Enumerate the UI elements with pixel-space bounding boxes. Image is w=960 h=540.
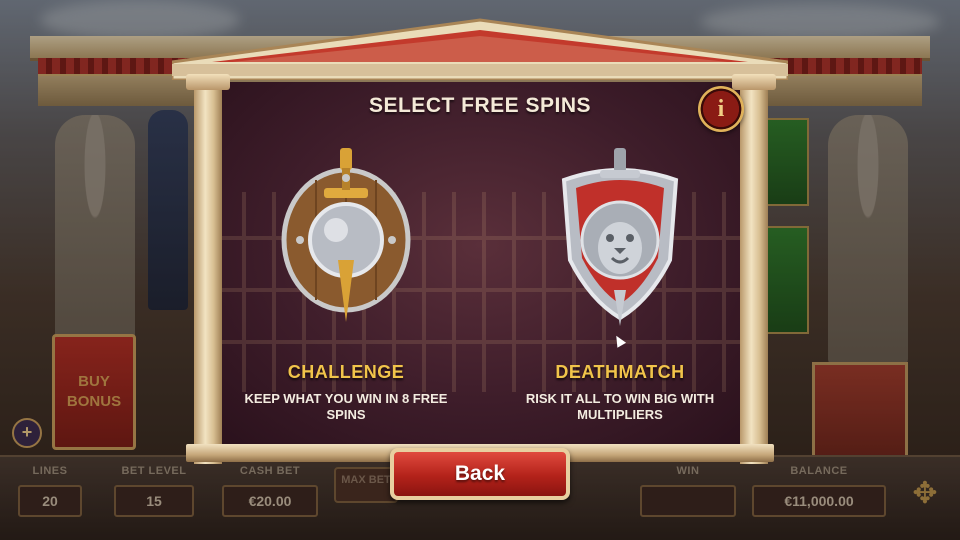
deathmatch-title: DEATHMATCH bbox=[555, 362, 685, 382]
option-challenge[interactable]: CHALLENGE KEEP WHAT YOU WIN IN 8 FREE SP… bbox=[228, 140, 464, 430]
modal-title: SELECT FREE SPINS bbox=[368, 94, 592, 117]
modal-column-left bbox=[186, 74, 230, 464]
option-deathmatch[interactable]: DEATHMATCH RISK IT ALL TO WIN BIG WITH M… bbox=[502, 140, 738, 430]
lion-shield-icon bbox=[561, 148, 679, 326]
shield-sword-icon bbox=[281, 148, 411, 322]
challenge-title: CHALLENGE bbox=[287, 362, 405, 382]
modal-column-right bbox=[732, 74, 776, 464]
deathmatch-description: RISK IT ALL TO WIN BIG WITH MULTIPLIERS bbox=[525, 391, 715, 422]
info-icon[interactable]: i bbox=[698, 86, 744, 132]
challenge-description: KEEP WHAT YOU WIN IN 8 FREE SPINS bbox=[244, 391, 448, 422]
back-button[interactable]: Back bbox=[390, 448, 570, 500]
modal-pediment bbox=[172, 18, 788, 80]
